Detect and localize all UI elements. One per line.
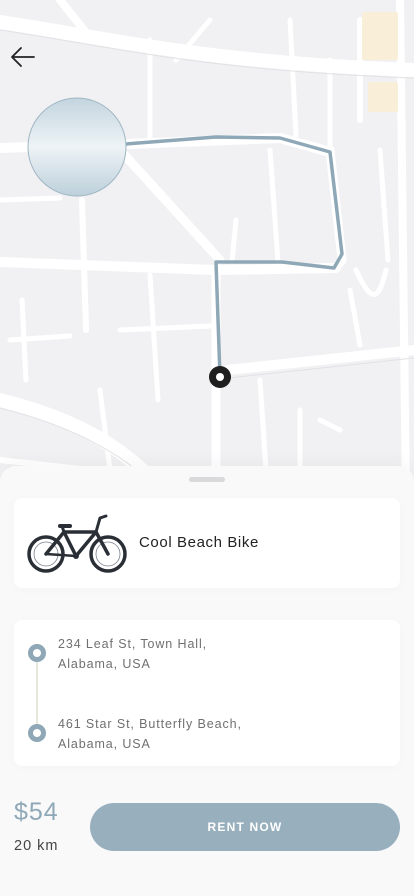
bicycle-icon [27,514,127,573]
route-connector [36,660,38,732]
bottom-sheet: Cool Beach Bike 234 Leaf St, Town Hall, … [0,466,414,896]
destination-marker [27,97,127,197]
map-streets [0,0,414,500]
back-button[interactable] [8,42,38,72]
arrow-left-icon [11,47,35,67]
pickup-address[interactable]: 234 Leaf St, Town Hall, Alabama, USA [58,634,207,674]
dropoff-address-line2: Alabama, USA [58,737,151,751]
bike-name: Cool Beach Bike [139,534,259,551]
trip-price: $54 [14,798,59,826]
drag-handle[interactable] [189,477,225,482]
dropoff-dot-icon [28,724,46,742]
pickup-address-line2: Alabama, USA [58,657,151,671]
dropoff-address-line1: 461 Star St, Butterfly Beach, [58,717,242,731]
pickup-dot-icon [28,644,46,662]
dropoff-address[interactable]: 461 Star St, Butterfly Beach, Alabama, U… [58,714,242,754]
pickup-address-line1: 234 Leaf St, Town Hall, [58,637,208,651]
bike-card[interactable]: Cool Beach Bike [14,498,400,588]
map-view[interactable] [0,0,414,500]
trip-distance: 20 km [14,838,59,854]
route-card: 234 Leaf St, Town Hall, Alabama, USA 461… [14,620,400,766]
rent-now-button[interactable]: RENT NOW [90,803,400,851]
